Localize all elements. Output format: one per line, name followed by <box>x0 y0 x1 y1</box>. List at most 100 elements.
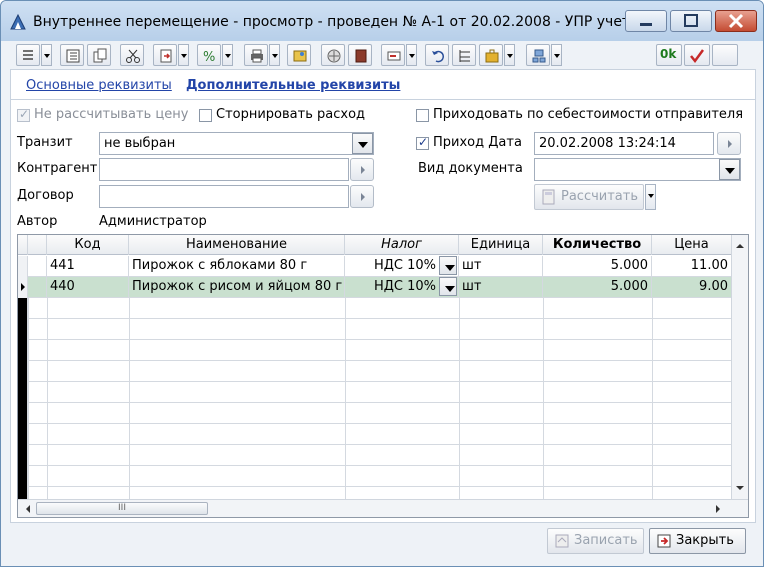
grid-column-line <box>459 298 460 499</box>
maximize-button[interactable] <box>670 10 712 32</box>
horizontal-scrollbar[interactable]: III <box>18 499 748 517</box>
image-button[interactable] <box>287 44 311 66</box>
transit-select[interactable]: не выбран <box>99 132 374 155</box>
network-button[interactable] <box>526 44 550 66</box>
cell-unit[interactable]: шт <box>459 277 543 298</box>
post-dropdown[interactable] <box>178 44 189 66</box>
doc-type-dropdown-button[interactable] <box>719 159 740 180</box>
toolbar: % 0k <box>10 41 756 69</box>
briefcase-icon <box>485 49 499 63</box>
tab-divider <box>11 99 755 100</box>
scroll-left-icon <box>26 505 30 513</box>
form-view-button[interactable] <box>60 44 84 66</box>
header-name[interactable]: Наименование <box>129 235 345 255</box>
income-date-picker-button[interactable] <box>717 132 741 155</box>
horizontal-scroll-thumb[interactable]: III <box>36 502 208 515</box>
contract-select-button[interactable] <box>350 185 374 208</box>
print-dropdown[interactable] <box>269 44 280 66</box>
undo-button[interactable] <box>425 44 449 66</box>
percent-icon: % <box>203 50 215 64</box>
undo-icon <box>432 50 445 63</box>
save-button[interactable]: Записать <box>547 528 644 554</box>
book-icon <box>355 49 367 63</box>
transit-dropdown-button[interactable] <box>352 133 373 154</box>
empty-row-selector <box>18 382 28 403</box>
header-price[interactable]: Цена <box>652 235 732 255</box>
table-row[interactable]: 440 Пирожок с рисом и яйцом 80 г НДС 10%… <box>18 277 732 298</box>
cell-tax[interactable]: НДС 10% <box>345 277 459 298</box>
network-dropdown[interactable] <box>551 44 562 66</box>
close-button[interactable]: Закрыть <box>649 528 746 554</box>
percent-dropdown[interactable] <box>222 44 233 66</box>
briefcase-dropdown[interactable] <box>504 44 515 66</box>
header-unit[interactable]: Единица <box>459 235 543 255</box>
title-bar[interactable]: Внутреннее перемещение - просмотр - пров… <box>1 1 763 41</box>
ok-label: 0k <box>660 47 677 61</box>
header-qty[interactable]: Количество <box>543 235 652 255</box>
cell-name[interactable]: Пирожок с рисом и яйцом 80 г <box>129 277 345 298</box>
blank-button[interactable] <box>712 44 738 66</box>
row-selector[interactable] <box>18 277 28 298</box>
tax-dropdown-button[interactable] <box>439 256 457 275</box>
grid-column-line <box>129 298 130 499</box>
list-view-button[interactable] <box>16 44 40 66</box>
cell-qty[interactable]: 5.000 <box>543 256 652 277</box>
copy-button[interactable] <box>87 44 111 66</box>
cell-qty[interactable]: 5.000 <box>543 277 652 298</box>
calculate-dropdown[interactable] <box>645 184 656 210</box>
vertical-scrollbar[interactable] <box>731 235 748 499</box>
cell-code[interactable]: 440 <box>47 277 129 298</box>
storno-expense-checkbox[interactable] <box>199 109 212 122</box>
cell-unit[interactable]: шт <box>459 256 543 277</box>
struct-button[interactable] <box>321 44 345 66</box>
cell-price[interactable]: 9.00 <box>652 277 732 298</box>
grid-column-line <box>28 298 29 499</box>
transit-label: Транзит <box>17 135 73 150</box>
print-button[interactable] <box>244 44 268 66</box>
document-post-icon <box>160 49 172 63</box>
mail-dropdown[interactable] <box>406 44 417 66</box>
close-window-button[interactable] <box>715 10 757 32</box>
briefcase-button[interactable] <box>479 44 503 66</box>
app-icon <box>10 13 26 30</box>
counterparty-select-button[interactable] <box>350 158 374 181</box>
cell-name[interactable]: Пирожок с яблоками 80 г <box>129 256 345 277</box>
tab-main-props[interactable]: Основные реквизиты <box>26 78 172 93</box>
no-price-calc-checkbox[interactable] <box>17 107 30 122</box>
storno-expense-label: Сторнировать расход <box>216 107 366 122</box>
income-date-checkbox[interactable] <box>416 135 429 150</box>
percent-button[interactable]: % <box>197 44 221 66</box>
post-and-close-button[interactable] <box>684 44 710 66</box>
list-view-dropdown[interactable] <box>41 44 52 66</box>
counterparty-field[interactable] <box>99 158 349 181</box>
transit-value: не выбран <box>104 136 176 151</box>
tax-dropdown-button[interactable] <box>439 277 457 296</box>
cell-tax[interactable]: НДС 10% <box>345 256 459 277</box>
doc-type-select[interactable] <box>534 158 741 181</box>
save-icon <box>555 534 569 548</box>
header-corner <box>18 235 28 255</box>
delete-button[interactable] <box>120 44 144 66</box>
tab-extra-props[interactable]: Дополнительные реквизиты <box>186 78 400 93</box>
row-selector[interactable] <box>18 256 28 277</box>
minimize-button[interactable] <box>625 10 667 32</box>
cost-of-sender-checkbox[interactable] <box>416 109 429 122</box>
empty-row-selector <box>18 319 28 340</box>
empty-table-row <box>18 445 732 466</box>
header-code[interactable]: Код <box>47 235 129 255</box>
table-row[interactable]: 441 Пирожок с яблоками 80 г НДС 10% шт 5… <box>18 256 732 277</box>
contract-field[interactable] <box>99 185 349 208</box>
copy-icon <box>93 48 107 63</box>
hierarchy-button[interactable] <box>452 44 476 66</box>
cell-price[interactable]: 11.00 <box>652 256 732 277</box>
income-date-field[interactable]: 20.02.2008 13:24:14 <box>534 132 714 155</box>
cell-code[interactable]: 441 <box>47 256 129 277</box>
mail-button[interactable] <box>381 44 405 66</box>
ok-button[interactable]: 0k <box>656 44 682 66</box>
calculate-label: Рассчитать <box>561 189 639 204</box>
save-label: Записать <box>574 533 638 548</box>
post-button[interactable] <box>153 44 177 66</box>
header-tax[interactable]: Налог <box>345 235 459 255</box>
calculate-button[interactable]: Рассчитать <box>534 184 644 210</box>
book-button[interactable] <box>348 44 372 66</box>
